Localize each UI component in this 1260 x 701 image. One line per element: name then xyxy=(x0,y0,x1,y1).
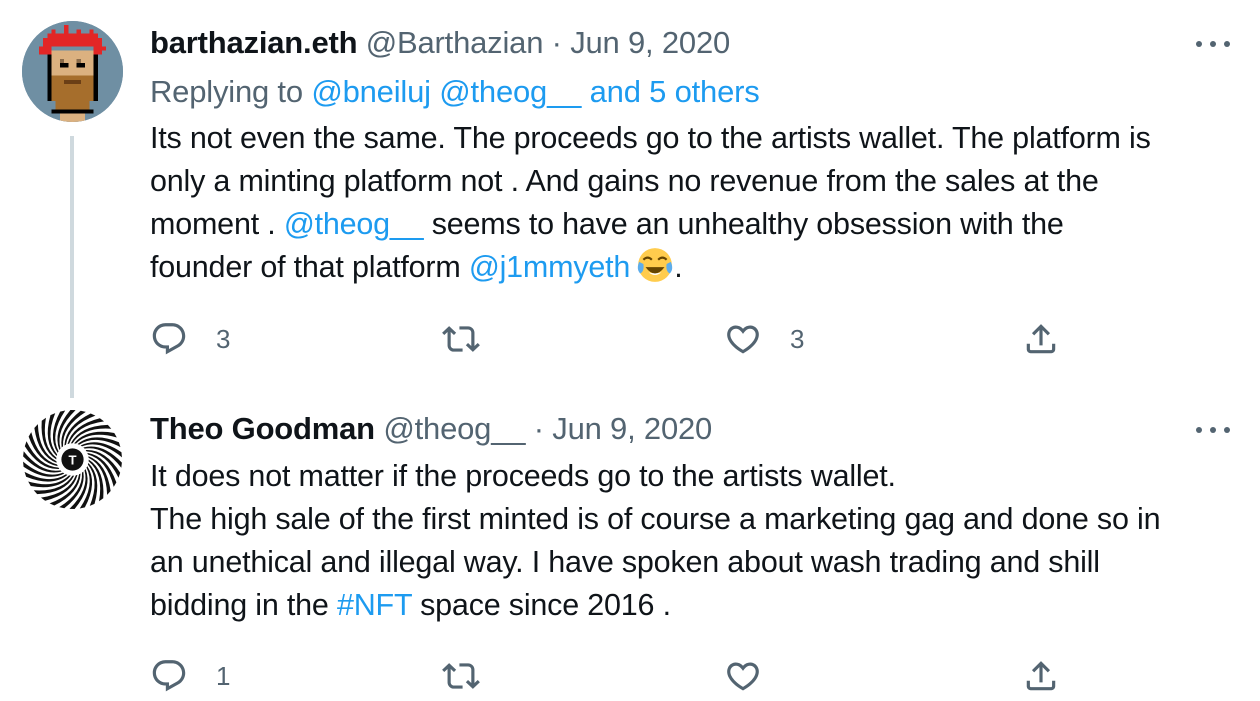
separator: · xyxy=(533,411,544,446)
text-segment: space since 2016 . xyxy=(411,588,671,622)
reply-mention[interactable]: @theog__ xyxy=(439,74,581,109)
timestamp[interactable]: Jun 9, 2020 xyxy=(552,411,712,446)
retweet-icon xyxy=(442,663,480,689)
more-icon[interactable] xyxy=(1196,34,1230,54)
reply-button[interactable]: 3 xyxy=(150,317,230,361)
text-segment: seems to have an unhealthy obsession wit… xyxy=(423,207,1064,241)
reply-mention[interactable]: @bneiluj xyxy=(311,74,431,109)
share-icon xyxy=(1026,324,1056,354)
tweet-text: Its not even the same. The proceeds go t… xyxy=(150,117,1240,289)
tweet-text-line: an unethical and illegal way. I have spo… xyxy=(150,545,1100,579)
tweet-text-line: It does not matter if the proceeds go to… xyxy=(150,459,896,493)
tweet-text-line: founder of that platform @j1mmyeth . xyxy=(150,246,1240,289)
text-segment: bidding in the xyxy=(150,588,337,622)
reply-count: 1 xyxy=(216,660,231,691)
mention-link[interactable]: @j1mmyeth xyxy=(469,250,631,284)
share-icon xyxy=(1026,661,1056,691)
more-icon[interactable] xyxy=(1196,420,1230,440)
tweet-actions: 1 xyxy=(150,654,1240,698)
reply-icon xyxy=(152,660,186,692)
tweet-text-line: moment . @theog__ seems to have an unhea… xyxy=(150,203,1240,246)
heart-icon xyxy=(727,325,759,354)
share-button[interactable] xyxy=(1022,317,1060,361)
tweet[interactable]: T Theo Goodman @theog__ · Jun 9, 2020 It… xyxy=(0,392,1260,701)
timestamp[interactable]: Jun 9, 2020 xyxy=(570,25,730,60)
tweet[interactable]: barthazian.eth @Barthazian · Jun 9, 2020… xyxy=(0,0,1260,398)
reply-icon xyxy=(152,323,186,355)
share-button[interactable] xyxy=(1022,654,1060,698)
like-count: 3 xyxy=(790,323,805,354)
tweet-text: It does not matter if the proceeds go to… xyxy=(150,455,1240,627)
display-name[interactable]: Theo Goodman xyxy=(150,411,375,446)
reply-button[interactable]: 1 xyxy=(150,654,230,698)
tweet-text-line: The high sale of the first minted is of … xyxy=(150,502,1161,536)
heart-icon xyxy=(727,662,759,691)
tweet-header: Theo Goodman @theog__ · Jun 9, 2020 xyxy=(150,409,712,449)
text-segment: . xyxy=(674,250,683,284)
thread-connector xyxy=(70,136,74,398)
tweet-actions: 3 3 xyxy=(150,317,1240,361)
replying-label: Replying to xyxy=(150,74,303,109)
avatar-letter: T xyxy=(68,453,76,468)
like-button[interactable]: 3 xyxy=(724,317,804,361)
pixel-punk-avatar-icon xyxy=(22,21,123,122)
tweet-text-line: bidding in the #NFT space since 2016 . xyxy=(150,584,1240,627)
tweet-text-line: only a minting platform not . And gains … xyxy=(150,164,1099,198)
face-with-tears-of-joy-emoji-icon xyxy=(638,248,673,282)
display-name[interactable]: barthazian.eth xyxy=(150,25,358,60)
mention-link[interactable]: @theog__ xyxy=(284,207,424,241)
tweet-header: barthazian.eth @Barthazian · Jun 9, 2020 xyxy=(150,23,730,63)
like-button[interactable] xyxy=(724,654,790,698)
retweet-button[interactable] xyxy=(442,317,508,361)
handle[interactable]: @Barthazian xyxy=(366,25,544,60)
text-segment: moment . xyxy=(150,207,284,241)
text-segment: founder of that platform xyxy=(150,250,469,284)
retweet-button[interactable] xyxy=(442,654,508,698)
reply-count: 3 xyxy=(216,323,231,354)
handle[interactable]: @theog__ xyxy=(383,411,525,446)
reply-others-link[interactable]: and 5 others xyxy=(590,74,760,109)
avatar[interactable] xyxy=(22,21,123,122)
retweet-icon xyxy=(442,326,480,352)
replying-to: Replying to @bneiluj @theog__ and 5 othe… xyxy=(150,71,760,113)
hashtag-link[interactable]: #NFT xyxy=(337,588,412,622)
tweet-text-line: Its not even the same. The proceeds go t… xyxy=(150,121,1151,155)
separator: · xyxy=(551,25,562,60)
avatar[interactable]: T xyxy=(22,409,123,510)
spiral-t-avatar-icon: T xyxy=(22,409,123,510)
